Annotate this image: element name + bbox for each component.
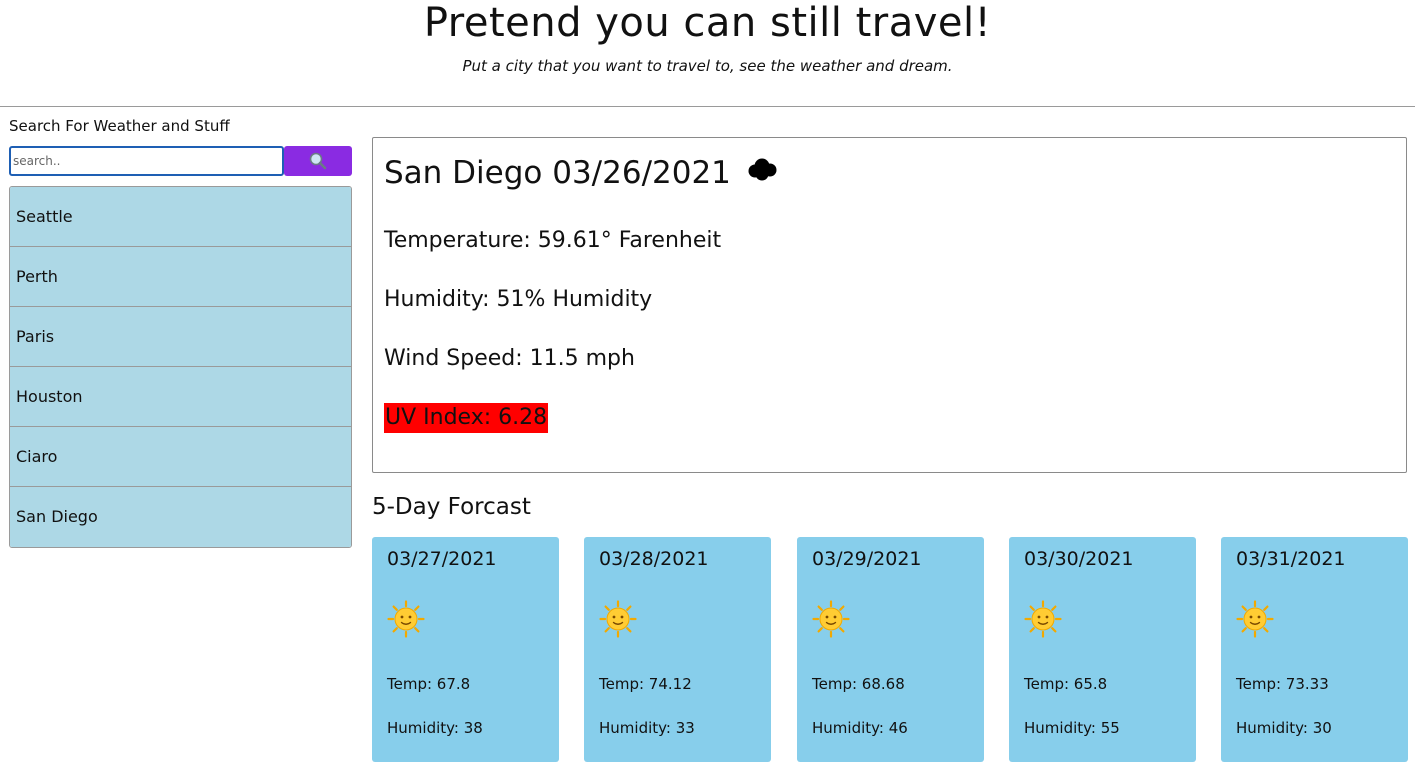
magnifying-glass-icon xyxy=(309,152,327,170)
history-item-perth[interactable]: Perth xyxy=(10,247,351,307)
search-row xyxy=(9,146,352,176)
search-input[interactable] xyxy=(9,146,284,176)
history-item-san-diego[interactable]: San Diego xyxy=(10,487,351,547)
sidebar: Search For Weather and Stuff Seattle Per… xyxy=(9,115,352,548)
forecast-temp: Temp: 73.33 xyxy=(1236,675,1329,693)
cloud-icon xyxy=(748,158,777,181)
current-city-heading: San Diego 03/26/2021 xyxy=(384,152,779,194)
forecast-card: 03/27/2021 Temp: 67.8 Humidity: 38 xyxy=(372,537,559,762)
history-item-houston[interactable]: Houston xyxy=(10,367,351,427)
forecast-cards: 03/27/2021 Temp: 67.8 Humidity: 38 03/28… xyxy=(372,537,1408,762)
forecast-card: 03/30/2021 Temp: 65.8 Humidity: 55 xyxy=(1009,537,1196,762)
forecast-card: 03/31/2021 Temp: 73.33 Humidity: 30 xyxy=(1221,537,1408,762)
forecast-humidity: Humidity: 38 xyxy=(387,719,483,737)
history-item-ciaro[interactable]: Ciaro xyxy=(10,427,351,487)
forecast-humidity: Humidity: 55 xyxy=(1024,719,1120,737)
forecast-temp: Temp: 67.8 xyxy=(387,675,471,693)
current-city-title: San Diego 03/26/2021 xyxy=(384,155,731,191)
forecast-date: 03/29/2021 xyxy=(812,548,922,570)
forecast-date: 03/28/2021 xyxy=(599,548,709,570)
search-label: Search For Weather and Stuff xyxy=(9,117,230,135)
current-wind-speed: Wind Speed: 11.5 mph xyxy=(384,346,635,371)
current-humidity: Humidity: 51% Humidity xyxy=(384,287,653,312)
forecast-temp: Temp: 68.68 xyxy=(812,675,905,693)
sun-icon xyxy=(812,600,850,638)
forecast-card: 03/28/2021 Temp: 74.12 Humidity: 33 xyxy=(584,537,771,762)
page-subtitle: Put a city that you want to travel to, s… xyxy=(462,57,953,75)
sun-icon xyxy=(1024,600,1062,638)
page-header: Pretend you can still travel! Put a city… xyxy=(0,0,1415,107)
current-uv-index: UV Index: 6.28 xyxy=(384,403,549,433)
page: Pretend you can still travel! Put a city… xyxy=(0,0,1415,777)
sun-icon xyxy=(1236,600,1274,638)
forecast-card: 03/29/2021 Temp: 68.68 Humidity: 46 xyxy=(797,537,984,762)
search-history-list: Seattle Perth Paris Houston Ciaro San Di… xyxy=(9,186,352,548)
forecast-temp: Temp: 74.12 xyxy=(599,675,692,693)
forecast-humidity: Humidity: 46 xyxy=(812,719,908,737)
forecast-humidity: Humidity: 33 xyxy=(599,719,695,737)
history-item-paris[interactable]: Paris xyxy=(10,307,351,367)
forecast-humidity: Humidity: 30 xyxy=(1236,719,1332,737)
history-item-seattle[interactable]: Seattle xyxy=(10,187,351,247)
forecast-title: 5-Day Forcast xyxy=(372,494,531,520)
forecast-date: 03/30/2021 xyxy=(1024,548,1134,570)
current-weather-panel: San Diego 03/26/2021 Temperature: 59.61°… xyxy=(372,137,1407,473)
current-temperature: Temperature: 59.61° Farenheit xyxy=(384,228,722,253)
sun-icon xyxy=(387,600,425,638)
page-title: Pretend you can still travel! xyxy=(423,0,992,46)
sun-icon xyxy=(599,600,637,638)
forecast-temp: Temp: 65.8 xyxy=(1024,675,1108,693)
search-button[interactable] xyxy=(284,146,352,176)
forecast-date: 03/27/2021 xyxy=(387,548,497,570)
forecast-date: 03/31/2021 xyxy=(1236,548,1346,570)
